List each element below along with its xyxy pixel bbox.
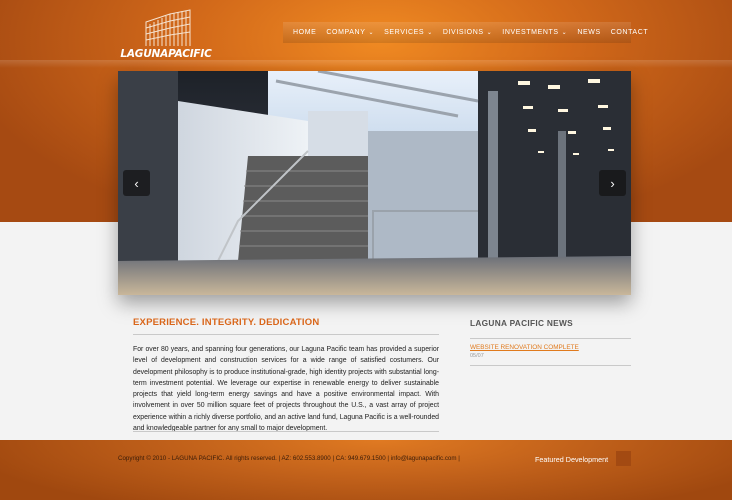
slider-prev-button[interactable]: ‹ bbox=[123, 170, 150, 196]
nav-label: CONTACT bbox=[610, 29, 649, 36]
main-nav: HOME COMPANY ⌄ SERVICES ⌄ DIVISIONS ⌄ INVES… bbox=[283, 22, 648, 43]
news-title: LAGUNA PACIFIC NEWS bbox=[470, 318, 573, 328]
chevron-down-icon: ⌄ bbox=[561, 30, 568, 36]
nav-label: SERVICES bbox=[384, 29, 425, 36]
nav-item-investments[interactable]: INVESTMENTS ⌄ bbox=[502, 29, 567, 36]
logo-text: LAGUNAPACIFIC bbox=[120, 48, 212, 60]
nav-item-services[interactable]: SERVICES ⌄ bbox=[384, 29, 433, 36]
featured-development-thumbnail[interactable] bbox=[616, 451, 631, 466]
chevron-down-icon: ⌄ bbox=[427, 30, 433, 36]
chevron-right-icon: › bbox=[610, 175, 615, 191]
nav-item-company[interactable]: COMPANY ⌄ bbox=[326, 29, 374, 36]
section-headline: EXPERIENCE. INTEGRITY. DEDICATION bbox=[133, 317, 320, 328]
footer-copyright: Copyright © 2010 - LAGUNA PACIFIC. All r… bbox=[118, 455, 460, 462]
nav-label: NEWS bbox=[577, 29, 601, 36]
news-item-link[interactable]: WEBSITE RENOVATION COMPLETE bbox=[470, 344, 579, 351]
divider bbox=[470, 338, 631, 339]
nav-item-news[interactable]: NEWS bbox=[577, 29, 600, 36]
nav-label: HOME bbox=[293, 29, 317, 36]
divider bbox=[133, 431, 439, 432]
chevron-down-icon: ⌄ bbox=[486, 30, 493, 36]
nav-label: DIVISIONS bbox=[442, 29, 484, 36]
chevron-left-icon: ‹ bbox=[134, 175, 139, 191]
nav-item-contact[interactable]: CONTACT bbox=[611, 29, 649, 36]
intro-paragraph: For over 80 years, and spanning four gen… bbox=[133, 346, 439, 433]
logo[interactable]: LAGUNAPACIFIC bbox=[120, 6, 212, 62]
nav-item-home[interactable]: HOME bbox=[293, 29, 316, 36]
news-item-date: 05/07 bbox=[470, 353, 484, 359]
nav-item-divisions[interactable]: DIVISIONS ⌄ bbox=[443, 29, 492, 36]
hero-image bbox=[118, 71, 631, 295]
building-logo-icon bbox=[145, 9, 191, 46]
nav-label: COMPANY bbox=[326, 29, 366, 36]
hero-slider bbox=[118, 71, 631, 295]
slider-next-button[interactable]: › bbox=[599, 170, 626, 196]
featured-development-link[interactable]: Featured Development bbox=[535, 455, 608, 464]
divider bbox=[470, 365, 631, 366]
divider bbox=[133, 334, 439, 335]
nav-label: INVESTMENTS bbox=[502, 29, 559, 36]
chevron-down-icon: ⌄ bbox=[368, 30, 375, 36]
footer bbox=[0, 440, 732, 500]
